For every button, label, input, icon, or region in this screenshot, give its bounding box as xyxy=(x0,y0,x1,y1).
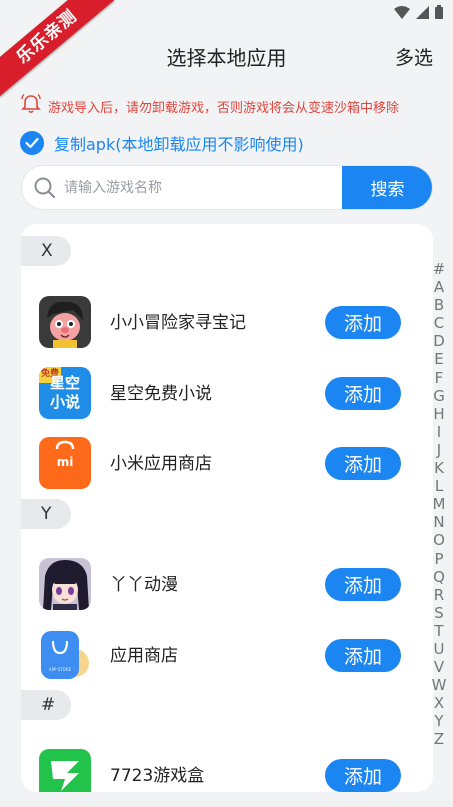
icon-text-top: 星空 xyxy=(49,374,80,392)
list-item: mi 小米应用商店 添加 xyxy=(21,433,433,493)
search-bar: 搜索 xyxy=(21,165,433,210)
anime-girl-icon xyxy=(39,558,91,610)
index-letter[interactable]: J xyxy=(437,441,441,459)
index-letter[interactable]: R xyxy=(434,586,444,604)
copy-apk-label: 复制apk(本地卸载应用不影响使用) xyxy=(54,135,304,154)
index-letter[interactable]: K xyxy=(434,459,444,477)
add-button[interactable]: 添加 xyxy=(325,759,401,792)
index-letter[interactable]: G xyxy=(433,387,445,405)
app-name: 小米应用商店 xyxy=(110,454,212,474)
index-letter[interactable]: A xyxy=(434,278,444,296)
cartoon-character-icon xyxy=(39,296,91,348)
list-item: APP STORE 应用商店 添加 xyxy=(21,625,433,685)
search-icon xyxy=(34,177,56,203)
index-letter[interactable]: M xyxy=(433,495,446,513)
index-letter[interactable]: O xyxy=(433,531,445,549)
app-name: 小小冒险家寻宝记 xyxy=(110,313,246,333)
index-letter[interactable]: I xyxy=(437,423,441,441)
list-item: 小小冒险家寻宝记 添加 xyxy=(21,292,433,352)
page-title: 选择本地应用 xyxy=(166,46,287,70)
icon-text-bottom: 小说 xyxy=(49,393,80,411)
mi-store-bag-icon: mi xyxy=(39,437,91,489)
wifi-icon xyxy=(394,4,410,23)
index-letter[interactable]: E xyxy=(434,350,443,368)
add-button[interactable]: 添加 xyxy=(325,447,401,480)
add-button[interactable]: 添加 xyxy=(325,568,401,601)
bottom-edge xyxy=(0,801,453,807)
index-letter[interactable]: X xyxy=(434,694,444,712)
add-button[interactable]: 添加 xyxy=(325,306,401,339)
app-name: 星空免费小说 xyxy=(110,384,212,404)
index-letter[interactable]: # xyxy=(433,260,446,278)
warning-text: 游戏导入后，请勿卸载游戏，否则游戏将会从变速沙箱中移除 xyxy=(48,100,400,116)
index-letter[interactable]: V xyxy=(434,658,444,676)
index-letter[interactable]: F xyxy=(435,369,444,387)
app-name: 7723游戏盒 xyxy=(110,766,205,786)
list-item: 丫丫动漫 添加 xyxy=(21,554,433,614)
app-list: X 小小冒险家寻宝记 添加 免费 星空 小说 星空免费小说 添加 mi 小米应用… xyxy=(21,224,433,792)
signal-icon xyxy=(416,4,429,23)
index-letter[interactable]: Q xyxy=(433,568,445,586)
7723-game-box-icon xyxy=(39,749,91,792)
multi-select-button[interactable]: 多选 xyxy=(395,43,433,70)
alphabet-index-bar[interactable]: # A B C D E F G H I J K L M N O P Q R S T U V W X Y Z xyxy=(431,260,447,749)
app-store-bag-icon: APP STORE xyxy=(39,629,91,681)
list-item: 免费 星空 小说 星空免费小说 添加 xyxy=(21,363,433,423)
index-letter[interactable]: C xyxy=(434,314,444,332)
search-input[interactable] xyxy=(64,166,354,209)
checkbox-checked-icon[interactable] xyxy=(20,131,44,155)
app-name: 丫丫动漫 xyxy=(110,575,178,595)
warning-notice: 游戏导入后，请勿卸载游戏，否则游戏将会从变速沙箱中移除 xyxy=(20,93,443,119)
icon-text: mi xyxy=(56,455,74,469)
bell-icon xyxy=(20,93,42,119)
section-header-x: X xyxy=(21,236,71,266)
add-button[interactable]: 添加 xyxy=(325,639,401,672)
index-letter[interactable]: B xyxy=(434,296,444,314)
index-letter[interactable]: T xyxy=(434,622,443,640)
search-button[interactable]: 搜索 xyxy=(342,166,432,209)
index-letter[interactable]: D xyxy=(433,332,445,350)
icon-text: APP STORE xyxy=(48,667,72,672)
app-name: 应用商店 xyxy=(110,646,178,666)
index-letter[interactable]: H xyxy=(433,405,444,423)
index-letter[interactable]: Z xyxy=(434,730,444,748)
battery-icon xyxy=(435,4,443,23)
index-letter[interactable]: P xyxy=(434,550,443,568)
header: 选择本地应用 多选 xyxy=(0,34,453,78)
list-item: 7723游戏盒 添加 xyxy=(21,745,433,792)
index-letter[interactable]: W xyxy=(432,676,447,694)
index-letter[interactable]: N xyxy=(433,513,444,531)
section-header-hash: # xyxy=(21,690,71,720)
index-letter[interactable]: U xyxy=(434,640,445,658)
copy-apk-option[interactable]: 复制apk(本地卸载应用不影响使用) xyxy=(20,130,304,156)
index-letter[interactable]: S xyxy=(434,604,444,622)
add-button[interactable]: 添加 xyxy=(325,377,401,410)
section-header-y: Y xyxy=(21,499,71,529)
xingkong-novel-icon: 免费 星空 小说 xyxy=(39,367,91,419)
index-letter[interactable]: Y xyxy=(434,712,443,730)
index-letter[interactable]: L xyxy=(435,477,443,495)
